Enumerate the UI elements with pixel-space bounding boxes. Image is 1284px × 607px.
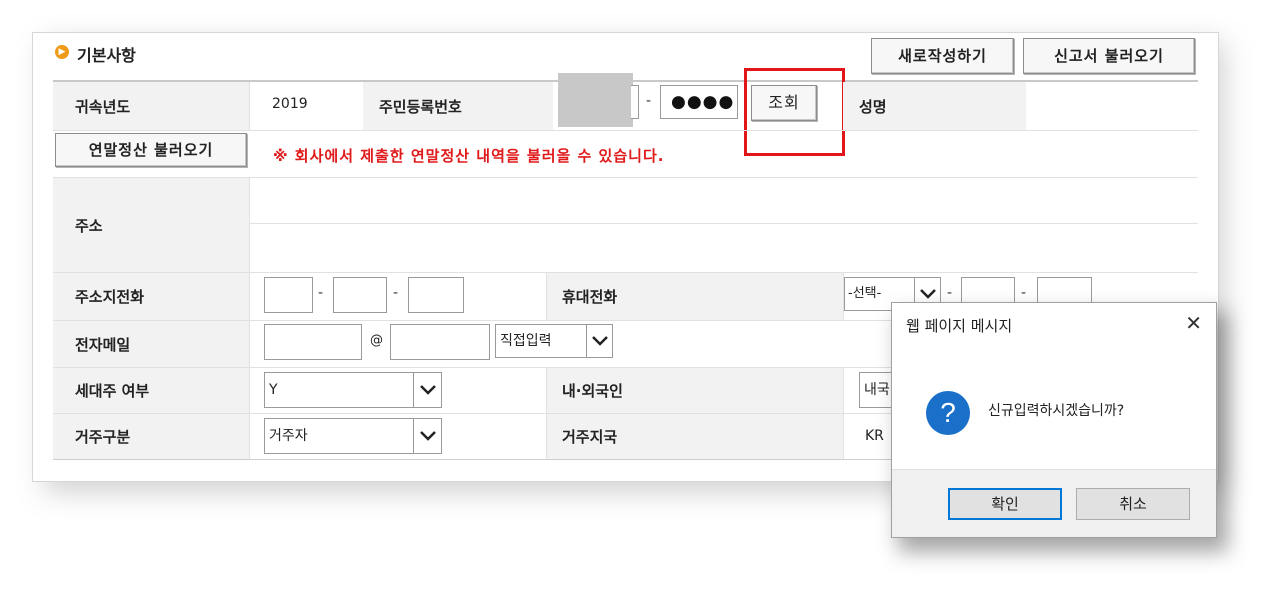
residence-select[interactable]: 거주자 (264, 418, 442, 454)
email-domain-value: 직접입력 (500, 333, 552, 349)
rrn-label: 주민등록번호 (363, 82, 553, 130)
home-phone-label: 주소지전화 (53, 273, 249, 320)
section-title: 기본사항 (77, 46, 136, 65)
load-yearend-button[interactable]: 연말정산 불러오기 (55, 133, 247, 167)
chevron-down-icon (413, 419, 441, 453)
email-at-sign: @ (370, 333, 383, 348)
email-id-input[interactable] (264, 324, 362, 360)
dialog-message: 신규입력하시겠습니까? (988, 403, 1125, 419)
name-label: 성명 (843, 82, 1026, 130)
rrn-back-input[interactable]: ●●●● (660, 85, 738, 119)
notice-text: ※ 회사에서 제출한 연말정산 내역을 불러올 수 있습니다. (273, 147, 665, 165)
cancel-button[interactable]: 취소 (1076, 488, 1190, 520)
web-page-message-dialog: 웹 페이지 메시지 ✕ ? 신규입력하시겠습니까? 확인 취소 (891, 302, 1217, 538)
dialog-footer: 확인 취소 (892, 469, 1216, 537)
householder-label: 세대주 여부 (53, 368, 249, 413)
load-report-button[interactable]: 신고서 불러오기 (1023, 38, 1195, 74)
home-phone-part2-input[interactable] (333, 277, 387, 313)
householder-value: Y (269, 382, 278, 398)
nationality-value: 내국 (864, 382, 890, 398)
highlight-box (744, 68, 845, 156)
rrn-front-input[interactable] (631, 85, 639, 119)
close-icon[interactable]: ✕ (1185, 311, 1202, 335)
residence-label: 거주구분 (53, 414, 249, 459)
dialog-title: 웹 페이지 메시지 (906, 317, 1013, 335)
ok-button[interactable]: 확인 (948, 488, 1062, 520)
email-label: 전자메일 (53, 321, 249, 367)
year-value: 2019 (272, 96, 308, 112)
email-domain-select[interactable]: 직접입력 (495, 324, 613, 358)
rrn-masked-value: ●●●● (671, 92, 735, 112)
rrn-front-redacted (558, 73, 633, 127)
home-phone-part3-input[interactable] (408, 277, 464, 313)
mobile-label: 휴대전화 (546, 273, 843, 320)
orange-arrow-bullet-icon: ▶ (55, 45, 69, 59)
residence-country-value: KR (865, 428, 884, 444)
home-phone-part1-input[interactable] (264, 277, 313, 313)
year-label: 귀속년도 (53, 82, 249, 130)
email-domain-input[interactable] (390, 324, 490, 360)
address-label: 주소 (53, 178, 249, 272)
new-form-button[interactable]: 새로작성하기 (871, 38, 1014, 74)
mobile-prefix-value: -선택- (848, 286, 882, 301)
residence-country-label: 거주지국 (546, 414, 843, 459)
nationality-label: 내·외국인 (546, 368, 843, 413)
householder-select[interactable]: Y (264, 372, 442, 408)
chevron-down-icon (413, 373, 441, 407)
residence-value: 거주자 (269, 428, 308, 444)
chevron-down-icon (586, 325, 612, 357)
question-icon: ? (926, 391, 970, 435)
